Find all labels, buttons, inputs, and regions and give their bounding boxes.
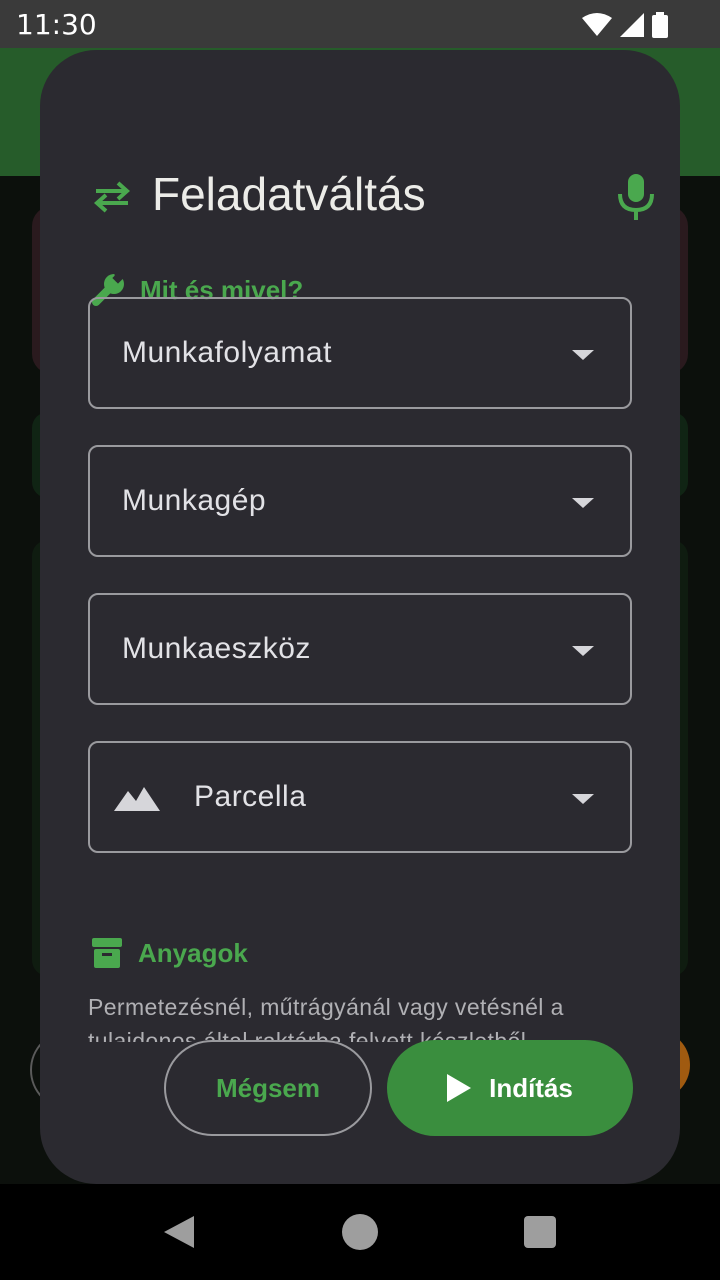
machine-dropdown[interactable]: Munkagép: [88, 445, 632, 557]
home-icon[interactable]: [342, 1214, 378, 1250]
materials-description: Permetezésnél, műtrágyánál vagy vetésnél…: [88, 994, 564, 1042]
cancel-button[interactable]: Mégsem: [164, 1040, 372, 1136]
dropdown-arrow-icon: [572, 350, 594, 360]
swap-icon: [93, 181, 131, 213]
screen: 11:30 Feladatváltás Mit és mivel? Munkaf…: [0, 0, 720, 1280]
signal-icon: [620, 13, 644, 37]
back-icon[interactable]: [164, 1216, 194, 1248]
wifi-icon: [582, 13, 612, 36]
start-button-label: Indítás: [489, 1072, 573, 1103]
archive-icon: [92, 938, 122, 968]
dropdown-arrow-icon: [572, 498, 594, 508]
recents-icon[interactable]: [524, 1216, 556, 1248]
navigation-bar: [0, 1184, 720, 1280]
section-materials-label: Anyagok: [138, 937, 248, 968]
workflow-dropdown-value: Munkafolyamat: [122, 336, 332, 369]
machine-dropdown-value: Munkagép: [122, 484, 267, 517]
dialog-title: Feladatváltás: [152, 168, 426, 220]
dropdown-arrow-icon: [572, 794, 594, 804]
start-button[interactable]: Indítás: [387, 1040, 633, 1136]
tool-dropdown-value: Munkaeszköz: [122, 632, 311, 665]
workflow-dropdown[interactable]: Munkafolyamat: [88, 297, 632, 409]
parcel-dropdown-value: Parcella: [194, 780, 307, 813]
task-switch-dialog: Feladatváltás Mit és mivel? Munkafolyama…: [40, 50, 680, 1184]
mountain-icon: [114, 787, 160, 811]
dropdown-arrow-icon: [572, 646, 594, 656]
mic-icon[interactable]: [612, 170, 660, 222]
status-bar: 11:30: [0, 0, 720, 48]
parcel-dropdown[interactable]: Parcella: [88, 741, 632, 853]
status-time: 11:30: [16, 8, 97, 41]
tool-dropdown[interactable]: Munkaeszköz: [88, 593, 632, 705]
cancel-button-label: Mégsem: [215, 1072, 321, 1103]
battery-icon: [652, 12, 668, 38]
dialog-header: Feladatváltás: [92, 162, 654, 226]
status-icons: [582, 12, 668, 38]
play-icon: [447, 1074, 472, 1102]
section-materials: Anyagok: [90, 936, 248, 970]
